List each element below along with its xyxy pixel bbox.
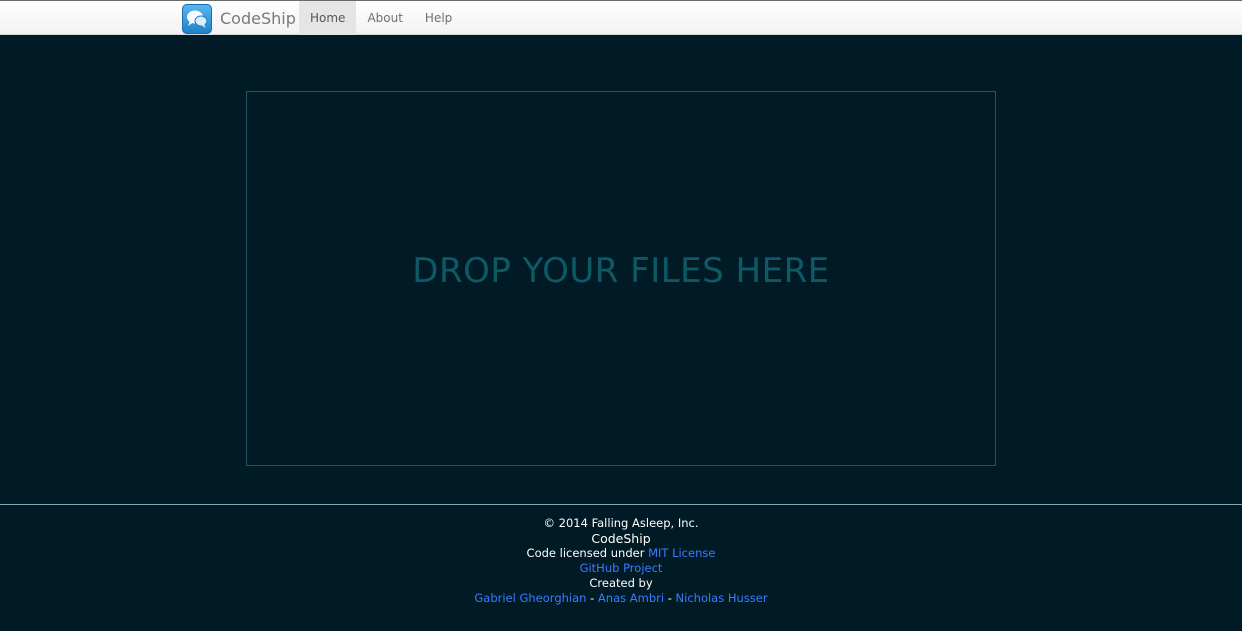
nav-item-help[interactable]: Help (414, 1, 463, 35)
brand-name: CodeShip (220, 9, 296, 28)
author-separator: - (586, 591, 598, 605)
drop-zone-text: DROP YOUR FILES HERE (412, 250, 830, 291)
nav-menu: Home About Help (299, 1, 463, 35)
file-drop-zone[interactable]: DROP YOUR FILES HERE (246, 91, 996, 466)
author-link-anas[interactable]: Anas Ambri (598, 591, 664, 605)
authors-line: Gabriel Gheorghian - Anas Ambri - Nichol… (0, 591, 1242, 606)
copyright-text: © 2014 Falling Asleep, Inc. (543, 516, 699, 530)
brand-link[interactable]: CodeShip (182, 3, 296, 34)
github-project-link[interactable]: GitHub Project (580, 561, 663, 575)
license-prefix: Code licensed under (526, 546, 649, 560)
github-line: GitHub Project (0, 561, 1242, 576)
chat-bubbles-icon (182, 3, 212, 34)
nav-item-about[interactable]: About (356, 1, 413, 35)
created-by-text: Created by (589, 576, 653, 590)
author-link-gabriel[interactable]: Gabriel Gheorghian (474, 591, 586, 605)
mit-license-link[interactable]: MIT License (648, 546, 715, 560)
license-line: Code licensed under MIT License (0, 546, 1242, 561)
top-navbar: CodeShip Home About Help (0, 0, 1242, 35)
footer: © 2014 Falling Asleep, Inc. CodeShip Cod… (0, 516, 1242, 606)
footer-app-name: CodeShip (591, 531, 651, 546)
author-separator: - (664, 591, 676, 605)
footer-divider (0, 504, 1242, 505)
author-link-nicholas[interactable]: Nicholas Husser (676, 591, 768, 605)
nav-item-home[interactable]: Home (299, 1, 357, 35)
